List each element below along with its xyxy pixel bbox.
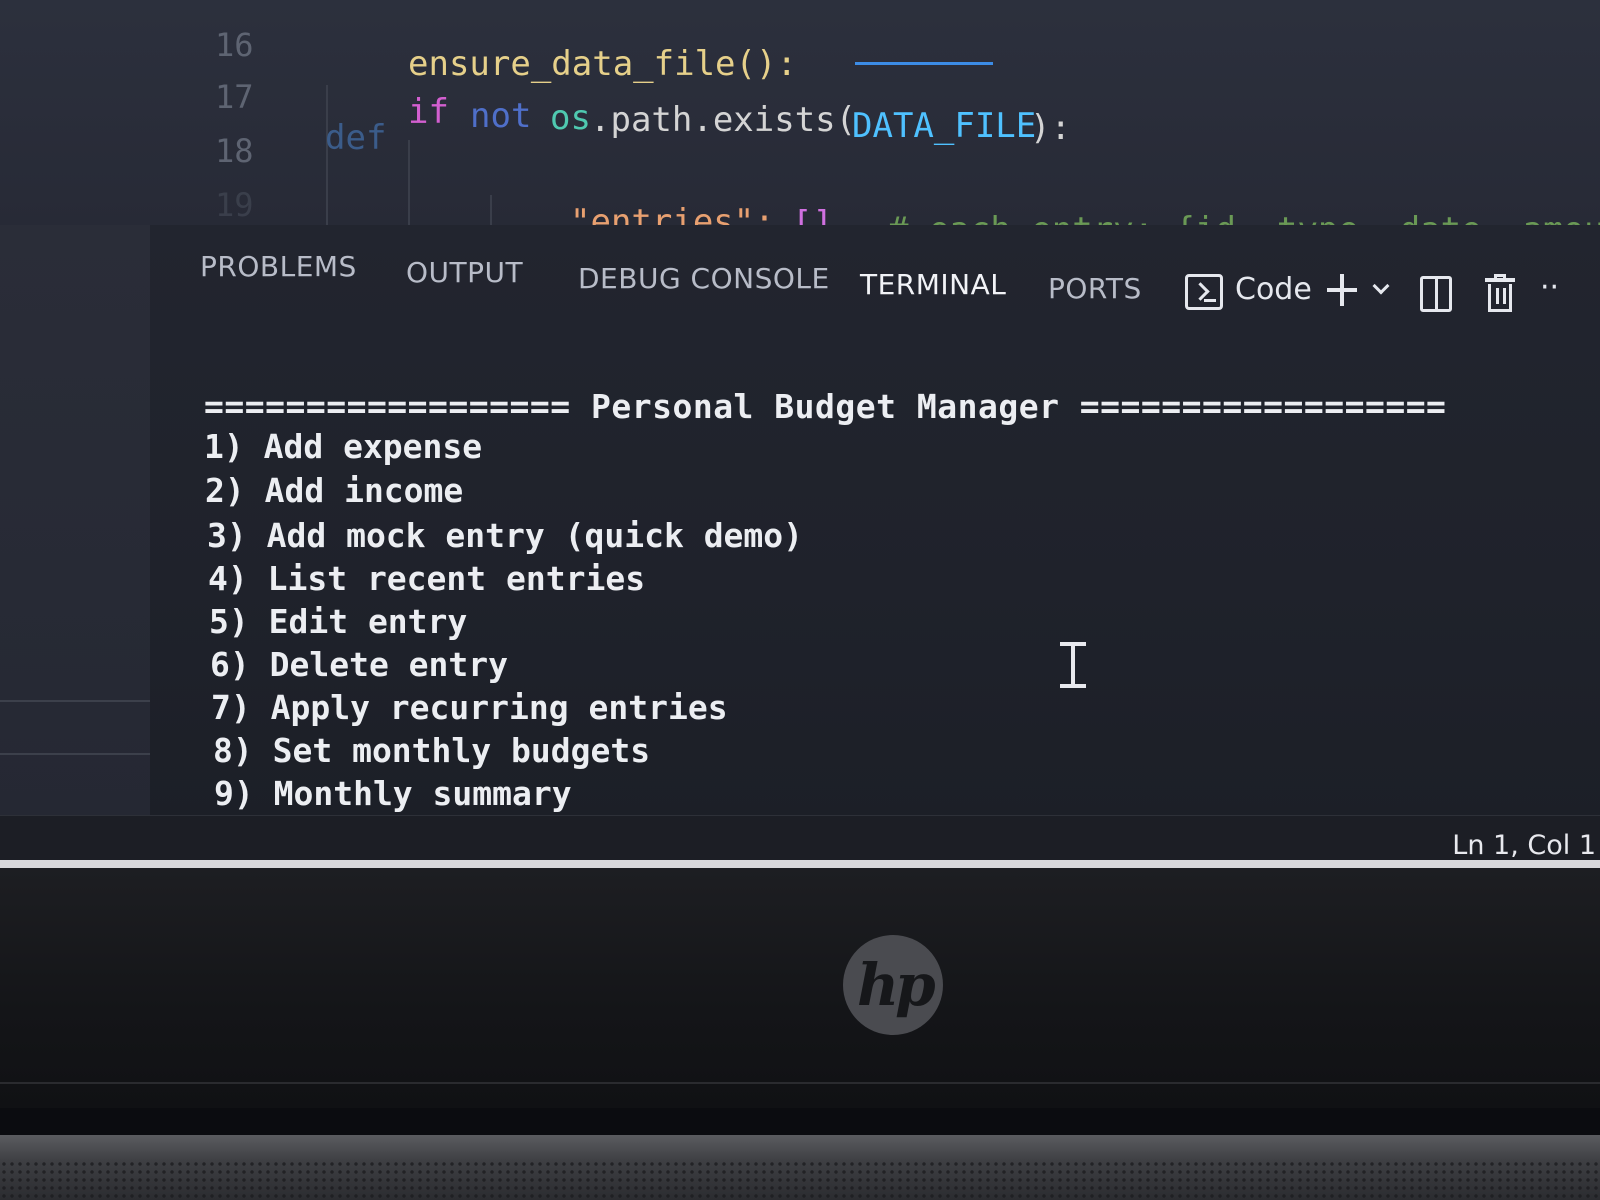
- terminal-output[interactable]: ================== Personal Budget Manag…: [200, 385, 1580, 815]
- tab-debug-console[interactable]: DEBUG CONSOLE: [578, 262, 830, 295]
- line-number: 16: [215, 26, 254, 64]
- activity-strip: [0, 225, 165, 825]
- speaker-grille: [0, 1160, 1600, 1200]
- trash-icon[interactable]: [1485, 274, 1515, 314]
- line-number: 18: [215, 132, 254, 170]
- terminal-banner: ================== Personal Budget Manag…: [204, 387, 1447, 426]
- text-cursor-icon: [1060, 642, 1086, 688]
- menu-item: 3) Add mock entry (quick demo): [207, 516, 804, 555]
- editor-line: 16: [0, 0, 254, 64]
- status-bar: Ln 1, Col 1: [0, 815, 1600, 865]
- function-signature: ensure_data_file():: [408, 44, 797, 84]
- panel-tabs: PROBLEMS OUTPUT DEBUG CONSOLE TERMINAL P…: [200, 250, 1600, 320]
- tab-output[interactable]: OUTPUT: [406, 256, 523, 289]
- line-number: 19: [215, 186, 254, 224]
- indent-guide: [408, 140, 410, 225]
- editor-line: 18 if not os .path.exists( DATA_FILE ):: [0, 92, 1071, 170]
- active-tab-indicator: [855, 62, 993, 65]
- menu-item: 2) Add income: [205, 471, 464, 510]
- menu-item: 8) Set monthly budgets: [213, 731, 651, 770]
- terminal-icon: [1185, 274, 1223, 310]
- editor-line: 19 base = {: [0, 146, 650, 346]
- tab-terminal[interactable]: TERMINAL: [860, 268, 1006, 301]
- line-number: 17: [215, 78, 254, 116]
- if-keyword: if: [408, 92, 449, 132]
- laptop-screen: 16 17 def ensure_data_file(): 18 if not …: [0, 0, 1600, 880]
- path-call: .path.exists(: [590, 100, 857, 140]
- more-icon[interactable]: ··: [1540, 270, 1559, 305]
- ibeam-bottom: [1060, 684, 1086, 688]
- code-editor[interactable]: 16 17 def ensure_data_file(): 18 if not …: [0, 0, 1600, 346]
- indent-guide: [490, 195, 492, 225]
- divider: [0, 700, 160, 702]
- menu-item: 4) List recent entries: [208, 559, 646, 598]
- menu-item: 1) Add expense: [204, 427, 483, 466]
- laptop-bezel: [0, 868, 1600, 1108]
- terminal-profile-label: Code: [1235, 272, 1312, 307]
- def-keyword: def: [325, 118, 387, 158]
- call-end: ):: [1030, 108, 1071, 148]
- screen-edge: [0, 860, 1600, 868]
- data-file-constant: DATA_FILE: [852, 106, 1037, 146]
- ibeam-top: [1060, 642, 1086, 646]
- bezel-seam: [0, 1082, 1600, 1084]
- os-module: os: [550, 98, 591, 138]
- menu-item: 6) Delete entry: [210, 645, 509, 684]
- split-icon[interactable]: [1420, 276, 1452, 312]
- tab-problems[interactable]: PROBLEMS: [200, 250, 357, 283]
- trash-lid: [1485, 278, 1515, 282]
- tab-ports[interactable]: PORTS: [1048, 272, 1142, 305]
- divider: [0, 753, 160, 755]
- menu-item: 9) Monthly summary: [214, 774, 572, 813]
- hp-logo: hp: [843, 935, 943, 1035]
- menu-item: 7) Apply recurring entries: [211, 688, 728, 727]
- hp-logo-text: hp: [857, 951, 936, 1019]
- not-keyword: not: [470, 96, 532, 136]
- trash-body: [1488, 284, 1512, 312]
- plus-icon[interactable]: [1325, 270, 1359, 310]
- cursor-position[interactable]: Ln 1, Col 1: [1452, 830, 1596, 861]
- editor-line: 17 def ensure_data_file():: [0, 38, 797, 158]
- menu-item: 5) Edit entry: [209, 602, 468, 641]
